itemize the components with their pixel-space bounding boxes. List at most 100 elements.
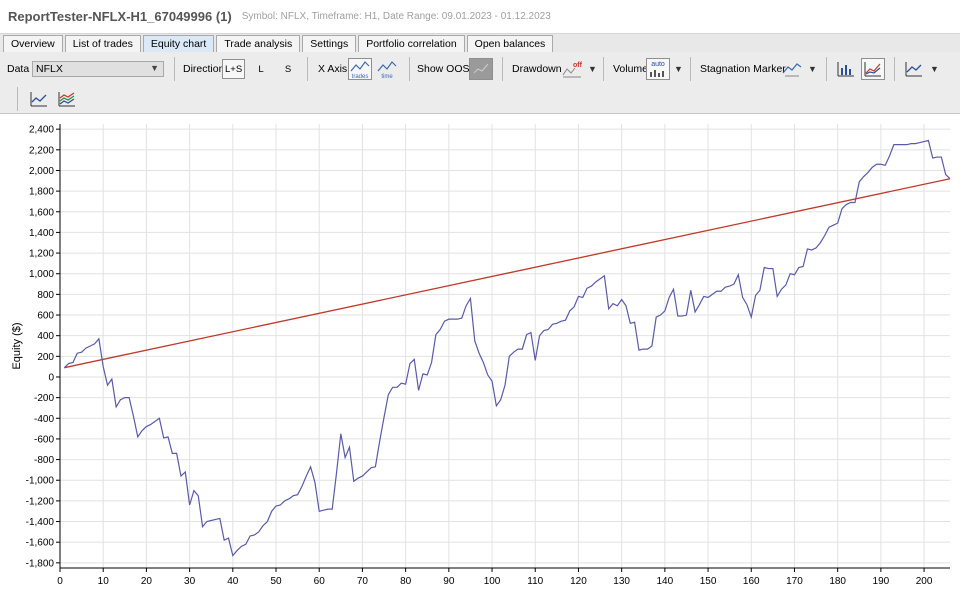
direction-ls-button[interactable]: L+S xyxy=(222,59,246,79)
xaxis-trades-text: trades xyxy=(352,74,369,79)
toolbar-divider xyxy=(690,57,691,81)
x-tick-label: 20 xyxy=(141,576,153,587)
direction-short-button[interactable]: S xyxy=(279,59,297,79)
trend-series-line xyxy=(64,178,951,369)
y-tick-label: 1,400 xyxy=(29,228,54,239)
tab-trade-analysis[interactable]: Trade analysis xyxy=(216,35,301,52)
stagnation-button[interactable] xyxy=(780,58,804,80)
tab-portfolio-correlation[interactable]: Portfolio correlation xyxy=(358,35,465,52)
window-title: ReportTester-NFLX-H1_67049996 (1) xyxy=(8,9,232,24)
chevron-down-icon[interactable]: ▼ xyxy=(808,64,817,74)
direction-long-button[interactable]: L xyxy=(252,59,270,79)
x-tick-label: 180 xyxy=(829,576,846,587)
toolbar-divider xyxy=(409,57,410,81)
x-tick-label: 190 xyxy=(873,576,890,587)
xaxis-label: X Axis xyxy=(318,63,348,75)
x-tick-label: 90 xyxy=(443,576,455,587)
y-tick-label: 1,000 xyxy=(29,269,54,280)
y-tick-label: 800 xyxy=(37,290,54,301)
x-tick-label: 70 xyxy=(357,576,369,587)
y-tick-label: 600 xyxy=(37,311,54,322)
y-tick-label: -200 xyxy=(34,393,54,404)
x-tick-label: 80 xyxy=(400,576,412,587)
tab-equity-chart[interactable]: Equity chart xyxy=(142,35,215,52)
y-tick-label: 2,400 xyxy=(29,125,54,136)
show-oos-label: Show OOS xyxy=(417,63,470,75)
volume-label: Volume xyxy=(613,63,649,75)
chart-axes: -1,800 -1,600 -1,400 -1,200 -1,000 -800 -600 -4… xyxy=(26,124,950,587)
y-tick-label: -1,800 xyxy=(26,558,55,569)
toolbar-divider xyxy=(502,57,503,81)
x-tick-label: 100 xyxy=(484,576,501,587)
y-tick-label: -800 xyxy=(34,455,54,466)
equity-series-line xyxy=(63,139,951,557)
volume-button[interactable]: auto xyxy=(646,58,670,80)
tab-bar: Overview List of trades Equity chart Tra… xyxy=(0,34,960,52)
stagnation-icon xyxy=(782,63,802,77)
toolbar-divider xyxy=(894,57,895,81)
toolbar-divider xyxy=(174,57,175,81)
y-tick-label: -1,000 xyxy=(26,476,55,487)
volume-icon: auto xyxy=(650,61,665,77)
equity-chart-svg[interactable]: -1,800 -1,600 -1,400 -1,200 -1,000 -800 -600 -4… xyxy=(0,114,960,591)
xaxis-time-text: time xyxy=(381,74,393,79)
chevron-down-icon[interactable]: ▼ xyxy=(588,64,597,74)
tab-list-of-trades[interactable]: List of trades xyxy=(64,35,141,52)
xaxis-time-button[interactable]: time xyxy=(375,58,399,80)
x-tick-label: 60 xyxy=(314,576,326,587)
oos-chart-icon xyxy=(473,63,489,74)
x-tick-label: 30 xyxy=(184,576,196,587)
chart-grid xyxy=(59,124,950,568)
x-tick-label: 200 xyxy=(916,576,933,587)
x-tick-label: 130 xyxy=(613,576,630,587)
x-tick-label: 10 xyxy=(98,576,110,587)
drawdown-label: Drawdown xyxy=(512,63,562,75)
y-tick-label: -1,200 xyxy=(26,496,55,507)
y-tick-label: 400 xyxy=(37,331,54,342)
x-tick-label: 40 xyxy=(227,576,239,587)
drawdown-button[interactable]: off xyxy=(560,58,584,80)
chart-type-bars-button[interactable] xyxy=(834,58,858,80)
line-chart-icon xyxy=(864,62,881,77)
chevron-down-icon[interactable]: ▼ xyxy=(930,64,939,74)
y-tick-label: 2,200 xyxy=(29,145,54,156)
compare-single-button[interactable] xyxy=(27,88,51,110)
y-tick-label: -600 xyxy=(34,434,54,445)
chart-style-button[interactable] xyxy=(902,58,926,80)
data-label: Data xyxy=(7,63,30,75)
single-series-icon xyxy=(30,92,47,107)
bar-chart-icon xyxy=(837,62,854,77)
x-tick-label: 150 xyxy=(700,576,717,587)
window-titlebar: ReportTester-NFLX-H1_67049996 (1) Symbol… xyxy=(0,0,960,34)
toolbar-divider xyxy=(826,57,827,81)
chart-type-line-button[interactable] xyxy=(861,58,885,80)
tab-open-balances[interactable]: Open balances xyxy=(466,35,554,52)
y-tick-label: -400 xyxy=(34,414,54,425)
drawdown-icon: off xyxy=(562,62,583,78)
trend-chart-icon xyxy=(905,62,922,77)
x-tick-label: 120 xyxy=(570,576,587,587)
direction-label: Direction xyxy=(183,63,225,75)
chevron-down-icon[interactable]: ▼ xyxy=(674,64,683,74)
tab-settings[interactable]: Settings xyxy=(302,35,357,52)
y-tick-label: 1,200 xyxy=(29,249,54,260)
y-axis-label: Equity ($) xyxy=(11,322,23,369)
chart-series xyxy=(63,139,951,557)
stagnation-label: Stagnation Marker xyxy=(700,63,786,75)
data-select[interactable]: NFLX ▼ xyxy=(32,61,164,77)
equity-chart: -1,800 -1,600 -1,400 -1,200 -1,000 -800 -600 -4… xyxy=(0,114,960,591)
xaxis-trades-button[interactable]: trades xyxy=(348,58,372,80)
y-tick-label: -1,400 xyxy=(26,517,55,528)
toolbar-divider xyxy=(17,87,18,111)
compare-multi-button[interactable] xyxy=(55,88,79,110)
y-tick-label: 1,600 xyxy=(29,207,54,218)
y-tick-label: 0 xyxy=(48,372,54,383)
y-tick-label: 2,000 xyxy=(29,166,54,177)
show-oos-toggle[interactable] xyxy=(469,58,493,80)
y-tick-label: 200 xyxy=(37,352,54,363)
volume-icon-text: auto xyxy=(651,61,665,68)
toolbar-divider xyxy=(603,57,604,81)
x-tick-label: 110 xyxy=(527,576,543,587)
tab-overview[interactable]: Overview xyxy=(3,35,63,52)
y-tick-label: 1,800 xyxy=(29,187,54,198)
